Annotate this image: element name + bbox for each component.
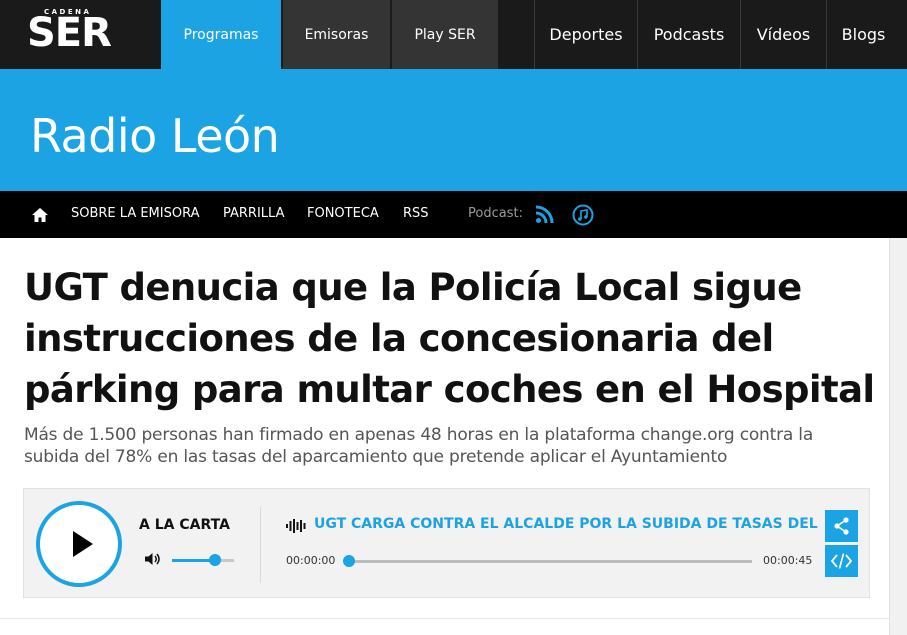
player-mode-label: A LA CARTA <box>139 517 230 533</box>
rss-feed-icon[interactable] <box>535 204 555 224</box>
top-navigation: CADENA SER Programas Emisoras Play SER D… <box>0 0 907 69</box>
share-button[interactable] <box>825 510 858 542</box>
subnav-item-fonoteca[interactable]: FONOTECA <box>307 206 379 221</box>
nav-link-blogs[interactable]: Blogs <box>827 0 900 69</box>
station-title[interactable]: Radio León <box>30 109 280 163</box>
share-icon <box>834 517 849 535</box>
logo-wordmark: SER <box>27 10 112 56</box>
time-total: 00:00:45 <box>763 554 813 567</box>
volume-icon[interactable] <box>144 552 162 566</box>
article-headline: UGT denucia que la Policía Local sigue i… <box>24 266 875 411</box>
subnav-item-sobre-la-emisora[interactable]: SOBRE LA EMISORA <box>71 206 200 221</box>
volume-slider-knob[interactable] <box>209 554 222 566</box>
station-banner: Radio León <box>0 69 907 191</box>
time-current: 00:00:00 <box>286 554 336 567</box>
progress-bar[interactable] <box>349 560 752 563</box>
play-icon <box>73 531 93 557</box>
embed-button[interactable] <box>825 545 858 577</box>
subnav-item-rss[interactable]: RSS <box>403 206 429 221</box>
progress-knob[interactable] <box>343 555 355 567</box>
article-summary: Más de 1.500 personas han firmado en ape… <box>24 425 814 467</box>
audio-wave-icon <box>286 519 306 533</box>
content-divider <box>0 618 889 619</box>
station-subnav: SOBRE LA EMISORA PARRILLA FONOTECA RSS P… <box>0 191 907 238</box>
track-title[interactable]: UGT CARGA CONTRA EL ALCALDE POR LA SUBID… <box>314 516 822 532</box>
audio-player: A LA CARTA UGT CARGA CONTRA EL ALCALDE P… <box>23 488 870 598</box>
nav-spacer <box>498 0 535 69</box>
embed-code-icon <box>830 553 853 569</box>
nav-link-videos[interactable]: Vídeos <box>741 0 827 69</box>
tab-play-ser[interactable]: Play SER <box>392 0 498 69</box>
page-side-gutter <box>889 238 907 635</box>
itunes-icon[interactable] <box>572 204 594 226</box>
subnav-item-parrilla[interactable]: PARRILLA <box>223 206 284 221</box>
play-button[interactable] <box>36 501 122 587</box>
home-icon[interactable] <box>31 206 49 224</box>
nav-link-podcasts[interactable]: Podcasts <box>638 0 741 69</box>
player-divider <box>260 507 261 583</box>
nav-link-deportes[interactable]: Deportes <box>535 0 638 69</box>
podcast-label: Podcast: <box>468 206 523 221</box>
cadena-ser-logo[interactable]: CADENA SER <box>0 0 161 69</box>
tab-programas[interactable]: Programas <box>161 0 281 69</box>
tab-emisoras[interactable]: Emisoras <box>283 0 390 69</box>
